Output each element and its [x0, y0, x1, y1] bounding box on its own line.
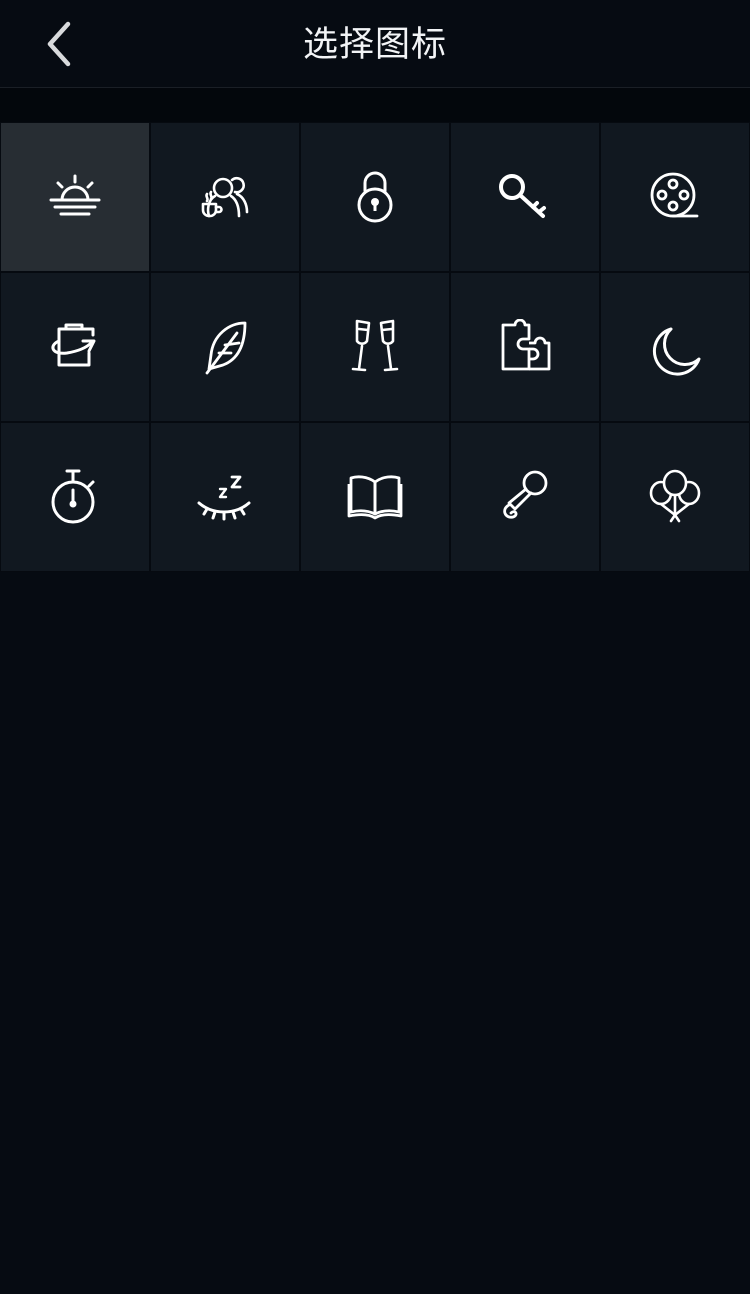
icon-option-sleep[interactable] — [150, 422, 300, 572]
champagne-glasses-icon — [351, 319, 399, 372]
icon-picker-screen: 选择图标 — [0, 0, 750, 1294]
icon-option-coffee-people[interactable] — [150, 122, 300, 272]
nav-bar: 选择图标 — [0, 0, 750, 88]
section-spacer — [0, 88, 750, 122]
microphone-icon — [503, 470, 548, 519]
stopwatch-icon — [51, 469, 95, 524]
icon-option-puzzle[interactable] — [450, 272, 600, 422]
moon-icon — [652, 327, 701, 376]
sleep-eye-icon — [197, 475, 251, 521]
icon-option-cup-arrow[interactable] — [0, 272, 150, 422]
balloons-icon — [649, 469, 701, 523]
icon-option-sunrise[interactable] — [0, 122, 150, 272]
icon-option-feather[interactable] — [150, 272, 300, 422]
icon-option-balloons[interactable] — [600, 422, 750, 572]
feather-icon — [205, 321, 247, 375]
film-reel-icon — [650, 172, 699, 218]
puzzle-icon — [501, 319, 551, 371]
icon-option-microphone[interactable] — [450, 422, 600, 572]
page-title: 选择图标 — [302, 25, 447, 65]
icon-option-film-reel[interactable] — [600, 122, 750, 272]
key-icon — [499, 174, 546, 218]
icon-option-moon[interactable] — [600, 272, 750, 422]
open-book-icon — [347, 475, 403, 520]
icon-option-padlock[interactable] — [300, 122, 450, 272]
sunrise-icon — [49, 174, 101, 216]
icon-option-book[interactable] — [300, 422, 450, 572]
icon-option-stopwatch[interactable] — [0, 422, 150, 572]
cup-arrow-icon — [51, 323, 96, 367]
padlock-icon — [357, 171, 393, 223]
icon-grid — [0, 122, 750, 572]
icon-option-champagne[interactable] — [300, 272, 450, 422]
icon-option-key[interactable] — [450, 122, 600, 272]
coffee-people-icon — [201, 176, 249, 218]
